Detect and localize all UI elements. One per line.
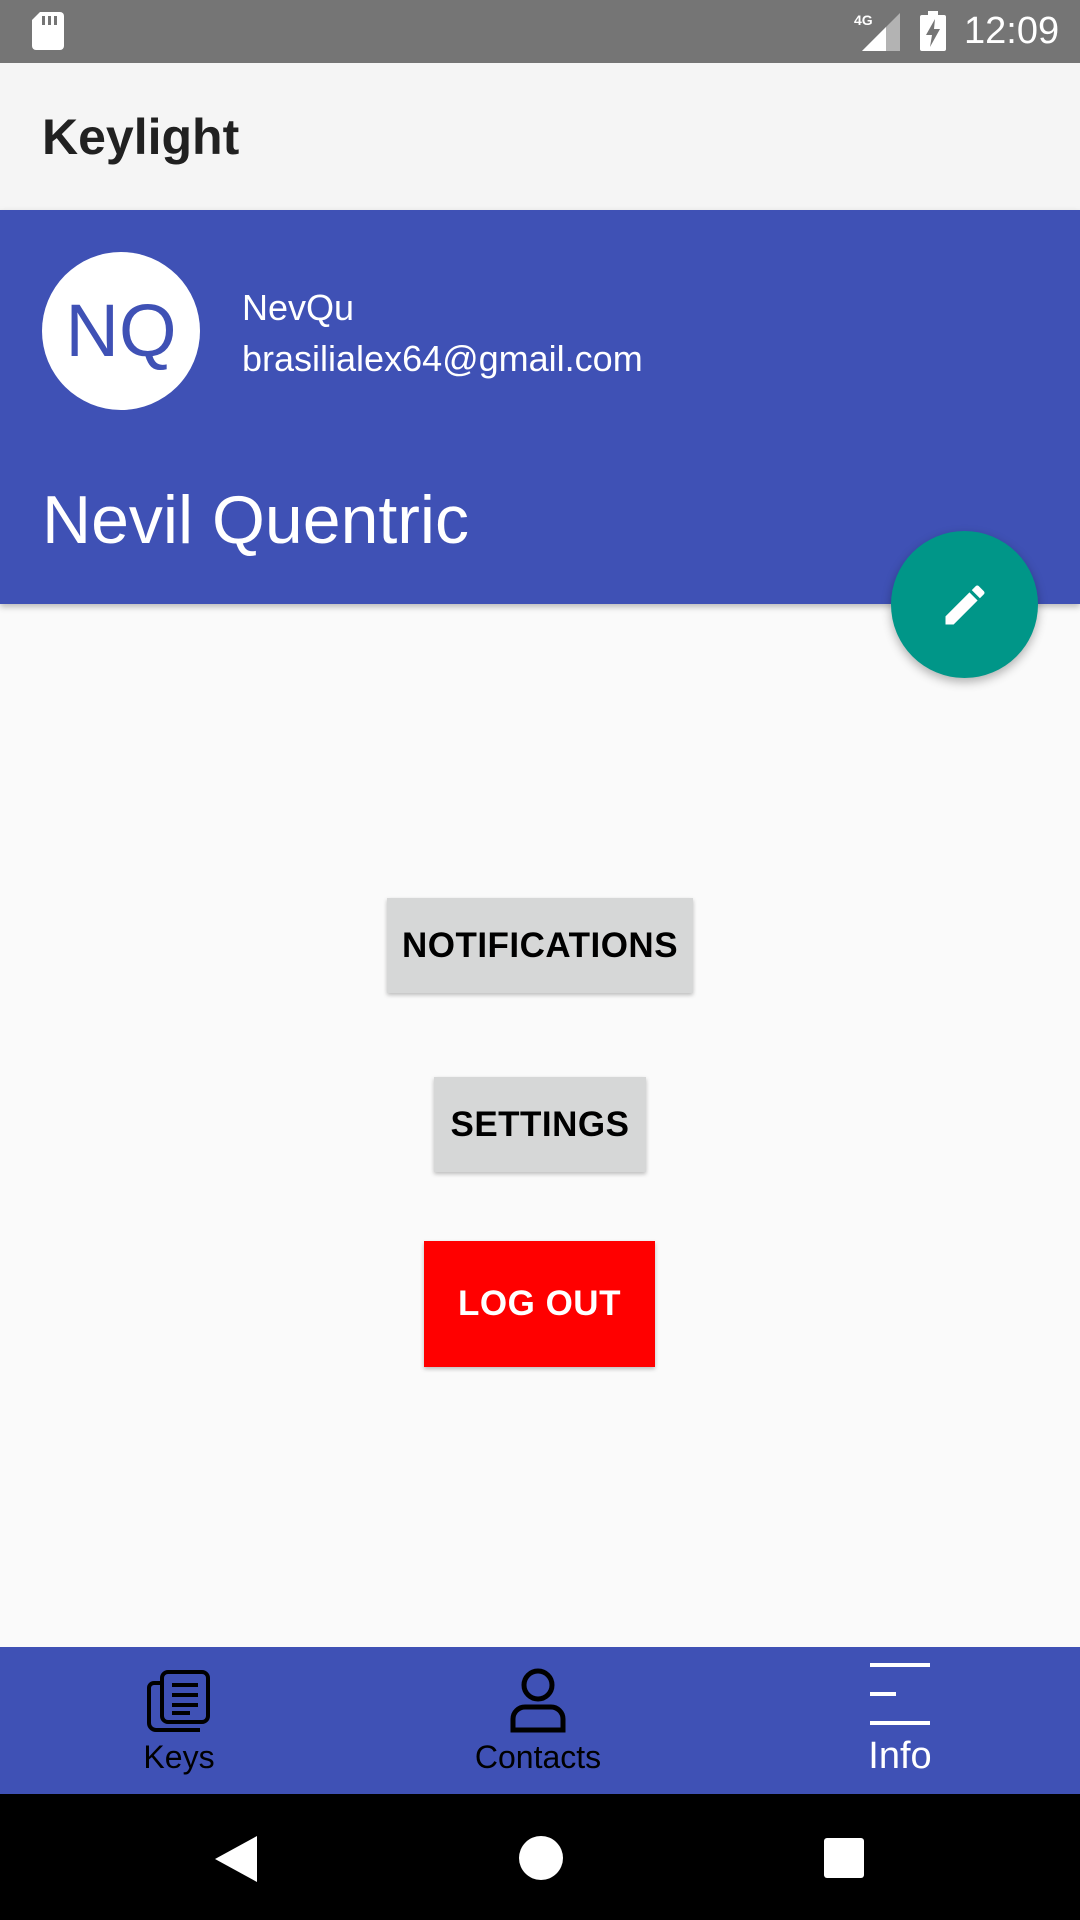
full-name: Nevil Quentric xyxy=(42,482,470,558)
keys-icon xyxy=(147,1670,210,1732)
logout-button[interactable]: LOG OUT xyxy=(424,1241,655,1367)
system-navigation-bar xyxy=(0,1794,1080,1920)
nav-label-keys: Keys xyxy=(143,1739,215,1775)
menu-lines-icon xyxy=(870,1663,930,1725)
edit-profile-button[interactable] xyxy=(891,531,1038,678)
pencil-icon xyxy=(945,584,985,624)
nav-label-contacts: Contacts xyxy=(474,1739,602,1775)
sd-card-icon xyxy=(32,12,64,50)
bottom-navigation: Keys Contacts Info xyxy=(0,1647,1080,1794)
username: NevQu xyxy=(242,287,355,328)
nav-item-keys[interactable]: Keys xyxy=(29,1647,329,1794)
notifications-button[interactable]: NOTIFICATIONS xyxy=(387,898,693,993)
profile-header: NQ NevQu brasilialex64@gmail.com Nevil Q… xyxy=(0,210,1080,604)
nav-label-info: Info xyxy=(868,1735,932,1777)
nav-item-info[interactable]: Info xyxy=(750,1647,1050,1794)
svg-text:4G: 4G xyxy=(854,12,873,28)
nav-item-contacts[interactable]: Contacts xyxy=(388,1647,688,1794)
app-title: Keylight xyxy=(42,109,240,165)
avatar: NQ xyxy=(42,252,200,410)
status-bar: 4G 12:09 xyxy=(0,0,1080,63)
signal-icon: 4G xyxy=(854,12,900,51)
email: brasilialex64@gmail.com xyxy=(242,338,643,379)
battery-charging-icon xyxy=(920,11,946,51)
recents-icon[interactable] xyxy=(824,1838,864,1878)
home-icon[interactable] xyxy=(519,1836,563,1880)
status-time: 12:09 xyxy=(964,10,1060,52)
settings-button[interactable]: SETTINGS xyxy=(434,1077,646,1172)
person-icon xyxy=(510,1668,566,1733)
back-icon[interactable] xyxy=(215,1836,257,1882)
app-bar: Keylight xyxy=(0,63,1080,210)
